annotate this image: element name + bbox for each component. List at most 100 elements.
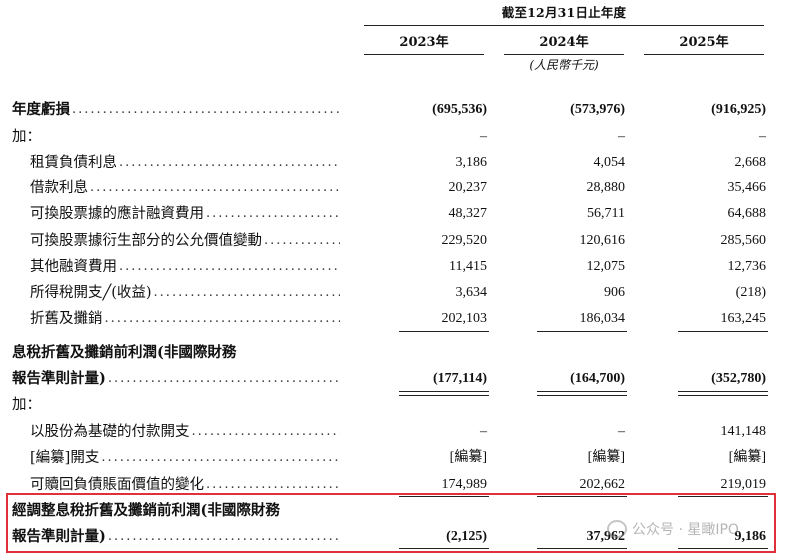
row-label-text: 可換股票據衍生部分的公允價值變動 [30,233,262,249]
cell-value-1: – [480,129,487,144]
leader-dots: ........................................… [264,233,340,248]
row-label: 加： [12,394,412,416]
cell-value-1: – [480,424,487,439]
row-label-text: 所得稅開支╱(收益) [30,285,152,301]
cell-value-1: 3,634 [455,285,488,300]
subtotal-rule [537,331,627,332]
leader-dots: ........................................… [107,371,340,386]
cell-value-1: (695,536) [432,102,487,117]
cell-value-3: 285,560 [720,233,767,248]
cell-value-1 [367,394,487,416]
leader-dots: ........................................… [90,180,340,195]
subtotal-rule [678,331,768,332]
cell-value-2: 120,616 [579,233,626,248]
row-label-text: 以股份為基礎的付款開支 [30,424,190,440]
cell-value-1 [367,342,487,364]
row-label: 其他融資費用..................................… [30,256,340,278]
leader-dots: ........................................… [153,285,340,300]
cell-value-2: (164,700) [570,371,625,386]
total-double-rule [537,391,627,396]
leader-dots: ........................................… [119,155,340,170]
cell-value-2: 56,711 [587,206,625,221]
table-row: 其他融資費用..................................… [0,256,799,278]
cell-value-1: 11,415 [449,259,487,274]
row-label-text: [編纂]開支 [30,450,100,466]
cell-value-1: 202,103 [441,311,488,326]
cell-value-1: 3,186 [455,155,488,170]
table-row: 可換股票據衍生部分的公允價值變動........................… [0,230,799,252]
cell-value-1: [編纂] [449,450,487,465]
year-header-2025: 2025年 [644,31,764,55]
cell-value-2: – [618,129,625,144]
cell-value-1: 229,520 [441,233,488,248]
leader-dots: ........................................… [104,311,341,326]
cell-value-2: 186,034 [579,311,626,326]
cell-value-3: (218) [735,285,766,300]
row-label-text: 可換股票據的應計融資費用 [30,206,204,222]
row-label: [編纂]開支..................................… [30,447,340,469]
table-row: 年度虧損....................................… [0,99,799,121]
cell-value-2: 28,880 [586,180,626,195]
unit-label: (人民幣千元) [529,58,599,72]
cell-value-3: 12,736 [727,259,767,274]
row-label: 租賃負債利息..................................… [30,152,340,174]
cell-value-3: (352,780) [711,371,766,386]
row-label: 折舊及攤銷...................................… [30,308,340,330]
row-label: 可換股票據的應計融資費用............................… [30,203,340,225]
row-label: 報告準則計量).................................… [12,368,340,390]
row-label-text: 加： [12,129,41,145]
cell-value-3 [646,342,766,364]
row-label: 可換股票據衍生部分的公允價值變動........................… [30,230,340,252]
leader-dots: ........................................… [206,206,340,221]
row-label-text: 借款利息 [30,180,88,196]
row-label: 息稅折舊及攤銷前利潤(非國際財務 [12,342,412,364]
watermark-text: 公众号 · 星瞰IPO [632,522,739,538]
cell-value-2: (573,976) [570,102,625,117]
cell-value-2: 906 [604,285,625,300]
cell-value-1: 48,327 [448,206,488,221]
row-label: 以股份為基礎的付款開支.............................… [30,421,340,443]
row-label-text: 報告準則計量) [12,370,106,387]
wechat-icon [607,520,627,538]
subtotal-rule [399,331,489,332]
cell-value-1: 20,237 [448,180,488,195]
table-row: 報告準則計量).................................… [0,368,799,390]
row-label: 加： [12,126,412,148]
cell-value-1: (177,114) [432,371,487,386]
total-double-rule [399,391,489,396]
table-row: 借款利息....................................… [0,177,799,199]
table-row: 以股份為基礎的付款開支.............................… [0,421,799,443]
row-label-text: 息稅折舊及攤銷前利潤(非國際財務 [12,344,237,361]
cell-value-2: [編纂] [587,450,625,465]
leader-dots: ........................................… [101,450,340,465]
leader-dots: ........................................… [191,424,341,439]
cell-value-3: – [759,129,766,144]
cell-value-3: (916,925) [711,102,766,117]
table-row: 息稅折舊及攤銷前利潤(非國際財務 [0,342,799,364]
table-row: 所得稅開支╱(收益)..............................… [0,282,799,304]
row-label-text: 折舊及攤銷 [30,311,103,327]
cell-value-3: 64,688 [727,206,767,221]
table-row: 折舊及攤銷...................................… [0,308,799,330]
row-label-text: 其他融資費用 [30,259,117,275]
total-double-rule [678,391,768,396]
row-label: 借款利息....................................… [30,177,340,199]
watermark: 公众号 · 星瞰IPO [607,519,739,541]
cell-value-2: – [618,424,625,439]
cell-value-2: 12,075 [586,259,626,274]
leader-dots: ........................................… [119,259,340,274]
year-header-2023: 2023年 [364,31,484,55]
row-label: 所得稅開支╱(收益)..............................… [30,282,340,304]
table-row: 租賃負債利息..................................… [0,152,799,174]
cell-value-2: 4,054 [593,155,626,170]
financial-table-page: 截至12月31日止年度 2023年 2024年 2025年 (人民幣千元) 年度… [0,0,799,560]
row-label-text: 年度虧損 [12,101,70,118]
row-label: 年度虧損....................................… [12,99,340,121]
cell-value-3: 141,148 [720,424,767,439]
leader-dots: ........................................… [72,102,340,117]
period-header: 截至12月31日止年度 [364,2,764,26]
table-row: [編纂]開支..................................… [0,447,799,469]
year-header-2024: 2024年 [504,31,624,55]
table-row: 加： [0,394,799,416]
table-row: 加： – – – [0,126,799,148]
